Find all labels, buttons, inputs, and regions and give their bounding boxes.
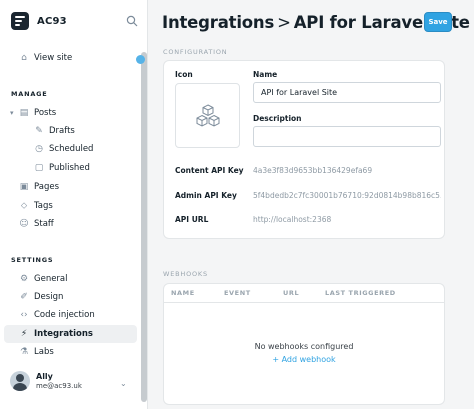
section-title-manage: MANAGE xyxy=(11,90,48,98)
section-title-settings: SETTINGS xyxy=(11,256,54,264)
sidebar-item-label: Design xyxy=(34,292,64,302)
integrations-icon: ⚡ xyxy=(20,329,28,339)
scroll-indicator xyxy=(136,55,145,64)
chevron-down-icon[interactable]: ⌄ xyxy=(120,379,127,388)
sidebar: AC93 ⌂ View site MANAGE ▾ ▤ Posts ✎ Draf… xyxy=(0,0,148,409)
code-icon: ‹› xyxy=(20,310,28,320)
tag-icon: ⬦ xyxy=(20,201,28,211)
user-menu[interactable]: Ally me@ac93.uk xyxy=(10,371,82,391)
description-input[interactable] xyxy=(253,126,441,147)
sidebar-item-label: Tags xyxy=(34,201,53,211)
sidebar-item-label: Integrations xyxy=(34,329,93,339)
content-api-key-value[interactable]: 4a3e3f83d9653bb136429efa69 xyxy=(253,166,441,175)
home-icon: ⌂ xyxy=(21,53,27,63)
sidebar-item-labs[interactable]: ⚗ Labs xyxy=(4,343,137,361)
sidebar-item-label: Drafts xyxy=(49,126,75,136)
site-name: AC93 xyxy=(37,15,67,27)
published-icon: ▢ xyxy=(34,163,44,173)
sidebar-scrollbar[interactable] xyxy=(141,52,147,402)
sidebar-item-label: Code injection xyxy=(34,310,95,320)
icon-label: Icon xyxy=(175,70,193,79)
sidebar-item-label: Labs xyxy=(34,347,54,357)
column-header-last-triggered: LAST TRIGGERED xyxy=(325,289,396,297)
search-icon[interactable] xyxy=(126,15,138,27)
breadcrumb-parent[interactable]: Integrations xyxy=(162,13,274,32)
posts-icon: ▤ xyxy=(19,108,29,118)
sidebar-item-label: View site xyxy=(34,53,73,63)
api-url-label: API URL xyxy=(175,215,209,224)
pencil-icon: ✎ xyxy=(35,126,43,136)
user-name: Ally xyxy=(36,372,53,381)
avatar xyxy=(10,371,30,391)
main-content: Integrations > API for Laravel Site Save C… xyxy=(148,0,474,409)
site-logo-icon xyxy=(11,12,29,30)
webhooks-card: NAME EVENT URL LAST TRIGGERED No webhook… xyxy=(163,283,445,405)
sidebar-item-posts[interactable]: ▾ ▤ Posts xyxy=(4,104,137,122)
brush-icon: ✐ xyxy=(20,292,28,302)
site-brand[interactable]: AC93 xyxy=(11,12,67,30)
sidebar-item-integrations[interactable]: ⚡ Integrations xyxy=(4,325,137,343)
sidebar-item-general[interactable]: ⚙ General xyxy=(4,270,137,288)
configuration-section-title: CONFIGURATION xyxy=(163,48,228,56)
save-button[interactable]: Save xyxy=(424,12,452,32)
column-header-name: NAME xyxy=(171,289,195,297)
column-header-event: EVENT xyxy=(224,289,251,297)
chevron-down-icon[interactable]: ▾ xyxy=(10,109,14,117)
sidebar-item-drafts[interactable]: ✎ Drafts xyxy=(4,122,137,140)
sidebar-item-pages[interactable]: ▣ Pages xyxy=(4,178,137,196)
sidebar-item-label: General xyxy=(34,274,68,284)
add-webhook-link[interactable]: + Add webhook xyxy=(164,355,444,364)
sidebar-item-published[interactable]: ▢ Published xyxy=(4,159,137,177)
cubes-icon xyxy=(196,103,219,127)
description-label: Description xyxy=(253,114,302,123)
content-api-key-label: Content API Key xyxy=(175,166,244,175)
name-label: Name xyxy=(253,70,278,79)
staff-icon: ☺ xyxy=(19,219,29,229)
admin-api-key-value[interactable]: 5f4bdedb2c7fc30001b76710:92d0814b98b816c… xyxy=(253,191,441,200)
api-url-value[interactable]: http://localhost:2368 xyxy=(253,215,441,224)
configuration-card: Icon Name API for Laravel Site Descripti… xyxy=(163,60,445,239)
sidebar-item-label: Published xyxy=(49,163,90,173)
sidebar-item-label: Pages xyxy=(34,182,60,192)
table-divider xyxy=(164,302,444,303)
admin-api-key-label: Admin API Key xyxy=(175,191,237,200)
sidebar-item-code-injection[interactable]: ‹› Code injection xyxy=(4,306,137,324)
user-email: me@ac93.uk xyxy=(36,382,82,390)
sidebar-item-scheduled[interactable]: ◷ Scheduled xyxy=(4,140,137,158)
breadcrumb-separator: > xyxy=(277,13,291,32)
sidebar-item-staff[interactable]: ☺ Staff xyxy=(4,215,137,233)
sidebar-item-tags[interactable]: ⬦ Tags xyxy=(4,197,137,215)
clock-icon: ◷ xyxy=(35,144,43,154)
sidebar-item-label: Posts xyxy=(34,108,57,118)
name-input[interactable]: API for Laravel Site xyxy=(253,82,441,103)
sidebar-item-label: Staff xyxy=(34,219,54,229)
pages-icon: ▣ xyxy=(19,182,29,192)
sidebar-item-design[interactable]: ✐ Design xyxy=(4,288,137,306)
sidebar-item-view-site[interactable]: ⌂ View site xyxy=(4,49,137,67)
webhooks-section-title: WEBHOOKS xyxy=(163,270,208,278)
column-header-url: URL xyxy=(283,289,300,297)
gear-icon: ⚙ xyxy=(19,274,29,284)
sidebar-item-label: Scheduled xyxy=(49,144,94,154)
integration-icon-upload[interactable] xyxy=(175,83,240,148)
flask-icon: ⚗ xyxy=(19,347,29,357)
webhooks-empty-message: No webhooks configured xyxy=(254,342,354,351)
